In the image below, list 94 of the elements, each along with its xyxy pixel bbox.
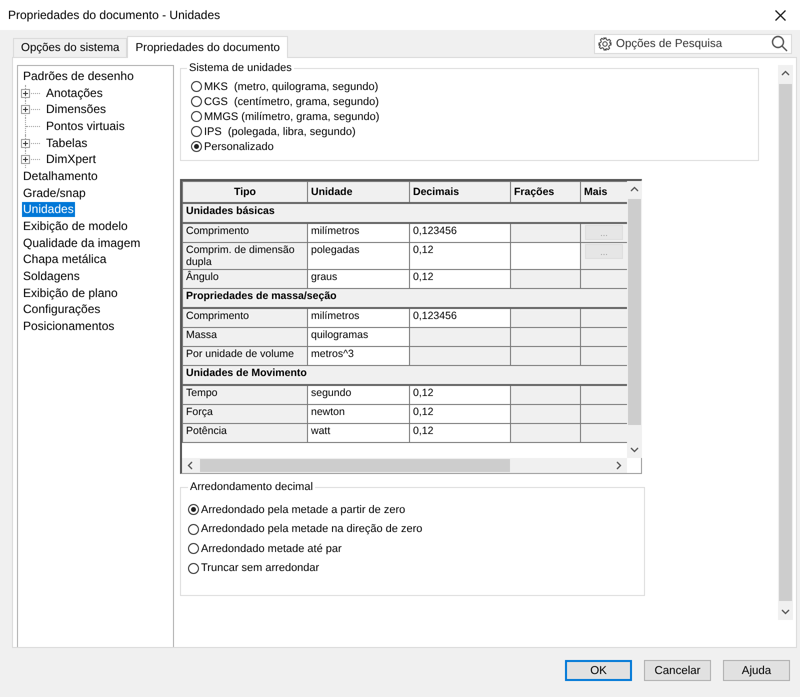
- radio-label[interactable]: MKS (metro, quilograma, segundo): [204, 80, 378, 92]
- scrollbar[interactable]: [627, 181, 642, 458]
- radio-button[interactable]: [191, 96, 202, 107]
- table-cell: Ângulo: [182, 270, 308, 288]
- scroll-right-icon[interactable]: [614, 461, 623, 470]
- sidebar-item[interactable]: Anotações: [45, 86, 104, 101]
- scroll-thumb[interactable]: [628, 199, 641, 425]
- scrollbar[interactable]: [778, 65, 793, 620]
- expand-icon[interactable]: [21, 88, 30, 98]
- table-cell: Força: [182, 404, 308, 424]
- dialog-button[interactable]: OK: [565, 660, 632, 681]
- sidebar-item[interactable]: Grade/snap: [22, 186, 87, 201]
- sidebar-item[interactable]: Posicionamentos: [22, 319, 116, 334]
- close-icon[interactable]: [775, 10, 786, 20]
- scroll-up-icon[interactable]: [630, 185, 639, 194]
- scroll-thumb[interactable]: [779, 84, 792, 601]
- table-cell[interactable]: [510, 242, 580, 270]
- sidebar-item[interactable]: Configurações: [22, 302, 102, 318]
- table-cell[interactable]: 0,12: [410, 385, 510, 404]
- radio-label[interactable]: Arredondado pela metade a partir de zero: [201, 504, 406, 516]
- group-header: Unidades de Movimento: [182, 366, 627, 385]
- scroll-down-icon[interactable]: [630, 445, 639, 454]
- tab[interactable]: Propriedades do documento: [127, 36, 288, 58]
- table-cell[interactable]: 0,12: [410, 404, 510, 424]
- table-cell: Tempo: [182, 385, 308, 404]
- search-icon[interactable]: [771, 34, 788, 52]
- scroll-down-icon[interactable]: [781, 607, 790, 616]
- table-cell: Comprimento: [182, 223, 308, 242]
- expand-icon[interactable]: [21, 105, 30, 114]
- scroll-up-icon[interactable]: [781, 69, 790, 78]
- radio-button[interactable]: [191, 111, 202, 122]
- table-cell[interactable]: 0,123456: [410, 308, 510, 328]
- table-cell[interactable]: graus: [308, 270, 410, 288]
- radio-button[interactable]: [191, 81, 202, 92]
- table-cell[interactable]: metros^3: [308, 346, 410, 366]
- radio-button[interactable]: [188, 524, 199, 535]
- sidebar-item[interactable]: Tabelas: [45, 136, 88, 151]
- table-cell[interactable]: polegadas: [308, 242, 410, 270]
- settings-icon[interactable]: [598, 36, 612, 50]
- radio-label[interactable]: Arredondado metade até par: [201, 542, 342, 555]
- dialog-button[interactable]: Cancelar: [644, 660, 711, 681]
- column-header: Unidade: [308, 182, 410, 203]
- tab[interactable]: Opções do sistema: [13, 38, 128, 57]
- group-header: Propriedades de massa/seção: [182, 288, 627, 308]
- group-header: Unidades básicas: [182, 203, 627, 223]
- table-cell[interactable]: quilogramas: [308, 328, 410, 346]
- sidebar-item[interactable]: Exibição de modelo: [22, 219, 129, 234]
- table-cell[interactable]: watt: [308, 424, 410, 442]
- table-cell: Por unidade de volume: [182, 346, 308, 366]
- table-cell[interactable]: milímetros: [308, 308, 410, 328]
- search-field[interactable]: Opções de Pesquisa: [594, 34, 792, 54]
- scroll-left-icon[interactable]: [186, 461, 195, 470]
- radio-button[interactable]: [188, 543, 199, 554]
- radio-button[interactable]: [191, 126, 202, 137]
- sidebar-item[interactable]: Exibição de plano: [22, 286, 119, 301]
- radio-label[interactable]: Arredondado pela metade na direção de zero: [201, 523, 422, 536]
- radio-label[interactable]: CGS (centímetro, grama, segundo): [204, 96, 379, 108]
- table-cell: Potência: [182, 424, 308, 442]
- radio-button[interactable]: [191, 141, 202, 152]
- expand-icon[interactable]: [21, 155, 30, 164]
- sidebar-item[interactable]: Soldagens: [22, 269, 81, 284]
- radio-button[interactable]: [188, 504, 199, 516]
- table-cell[interactable]: 0,12: [410, 270, 510, 288]
- sidebar-item[interactable]: Unidades: [22, 202, 75, 218]
- column-header: Tipo: [182, 182, 308, 203]
- table-cell[interactable]: 0,123456: [410, 223, 510, 242]
- sidebar-item[interactable]: Qualidade da imagem: [22, 236, 142, 251]
- sidebar-item[interactable]: Pontos virtuais: [45, 118, 126, 134]
- table-cell[interactable]: segundo: [308, 385, 410, 404]
- table-cell[interactable]: milímetros: [308, 223, 410, 242]
- scrollbar[interactable]: [182, 458, 627, 473]
- table-cell: Comprimento: [182, 308, 308, 328]
- radio-button[interactable]: [188, 562, 199, 574]
- sidebar-item[interactable]: DimXpert: [45, 152, 98, 168]
- table-cell[interactable]: 0,12: [410, 424, 510, 442]
- column-header: Decimais: [410, 182, 510, 203]
- table-cell: Massa: [182, 328, 308, 346]
- table-cell[interactable]: newton: [308, 404, 410, 424]
- column-header: Mais: [580, 182, 627, 203]
- sidebar-item[interactable]: Dimensões: [45, 102, 108, 118]
- dialog-button[interactable]: Ajuda: [723, 660, 790, 681]
- table-cell: Comprim. de dimensão dupla: [182, 242, 308, 270]
- sidebar-item[interactable]: Detalhamento: [22, 168, 99, 184]
- column-header: Frações: [510, 182, 580, 203]
- expand-icon[interactable]: [21, 138, 30, 148]
- scroll-thumb[interactable]: [200, 459, 510, 472]
- radio-label[interactable]: MMGS (milímetro, grama, segundo): [204, 110, 380, 122]
- radio-label[interactable]: Truncar sem arredondar: [201, 562, 320, 574]
- radio-label[interactable]: IPS (polegada, libra, segundo): [204, 126, 356, 138]
- table-cell[interactable]: 0,12: [410, 242, 510, 270]
- sidebar-item[interactable]: Padrões de desenho: [22, 68, 135, 84]
- radio-label[interactable]: Personalizado: [204, 140, 274, 152]
- window-title: Propriedades do documento - Unidades: [8, 8, 222, 22]
- sidebar-item[interactable]: Chapa metálica: [22, 252, 108, 268]
